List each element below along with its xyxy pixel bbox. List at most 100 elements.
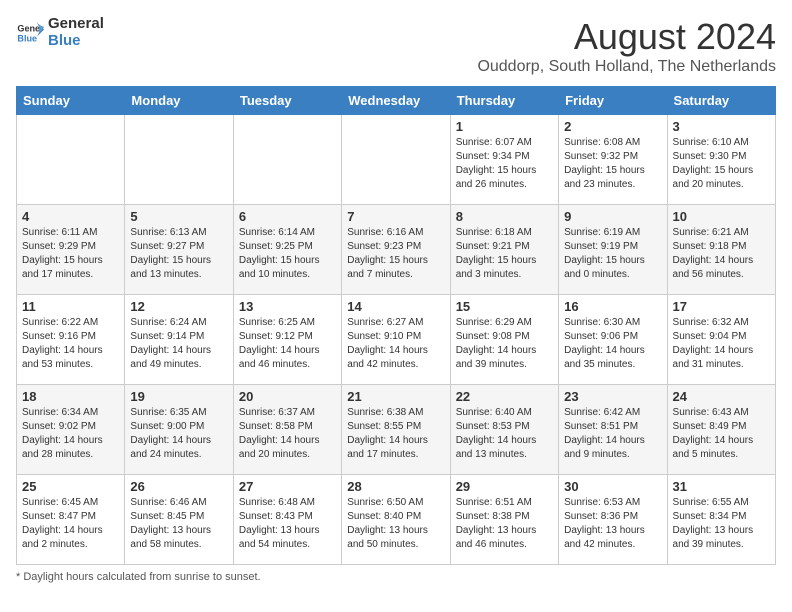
- day-info: Sunrise: 6:37 AM Sunset: 8:58 PM Dayligh…: [239, 406, 336, 462]
- day-number: 6: [239, 209, 336, 224]
- day-number: 5: [130, 209, 227, 224]
- calendar-week-row: 18 Sunrise: 6:34 AM Sunset: 9:02 PM Dayli…: [17, 385, 776, 475]
- calendar-cell: 18 Sunrise: 6:34 AM Sunset: 9:02 PM Dayli…: [17, 385, 125, 475]
- calendar-cell: 12Sunrise: 6:24 AM Sunset: 9:14 PM Dayli…: [125, 295, 233, 385]
- day-number: 28: [347, 479, 444, 494]
- calendar-cell: 13Sunrise: 6:25 AM Sunset: 9:12 PM Dayli…: [233, 295, 341, 385]
- calendar-cell: 27Sunrise: 6:48 AM Sunset: 8:43 PM Dayli…: [233, 475, 341, 565]
- day-number: 3: [673, 119, 770, 134]
- day-number: 4: [22, 209, 119, 224]
- day-number: 21: [347, 389, 444, 404]
- day-info: Sunrise: 6:43 AM Sunset: 8:49 PM Dayligh…: [673, 406, 770, 462]
- calendar-cell: 29 Sunrise: 6:51 AM Sunset: 8:38 PM Dayli…: [450, 475, 558, 565]
- day-number: 27: [239, 479, 336, 494]
- day-number: 8: [456, 209, 553, 224]
- calendar-week-row: 1Sunrise: 6:07 AM Sunset: 9:34 PM Daylig…: [17, 115, 776, 205]
- calendar-cell: 8 Sunrise: 6:18 AM Sunset: 9:21 PM Daylig…: [450, 205, 558, 295]
- day-info: Sunrise: 6:25 AM Sunset: 9:12 PM Dayligh…: [239, 316, 336, 372]
- day-info: Sunrise: 6:14 AM Sunset: 9:25 PM Dayligh…: [239, 226, 336, 282]
- day-number: 22: [456, 389, 553, 404]
- day-number: 24: [673, 389, 770, 404]
- day-info: Sunrise: 6:35 AM Sunset: 9:00 PM Dayligh…: [130, 406, 227, 462]
- day-of-week-header: Friday: [559, 87, 667, 115]
- calendar-cell: [125, 115, 233, 205]
- day-number: 25: [22, 479, 119, 494]
- calendar-cell: 28 Sunrise: 6:50 AM Sunset: 8:40 PM Dayli…: [342, 475, 450, 565]
- svg-text:Blue: Blue: [17, 33, 37, 43]
- calendar-cell: 1Sunrise: 6:07 AM Sunset: 9:34 PM Daylig…: [450, 115, 558, 205]
- day-of-week-header: Tuesday: [233, 87, 341, 115]
- calendar-header-row: SundayMondayTuesdayWednesdayThursdayFrid…: [17, 87, 776, 115]
- calendar-cell: 14 Sunrise: 6:27 AM Sunset: 9:10 PM Dayli…: [342, 295, 450, 385]
- day-number: 29: [456, 479, 553, 494]
- logo-icon: General Blue: [16, 19, 44, 47]
- logo-general: General: [48, 15, 104, 32]
- calendar-cell: 23 Sunrise: 6:42 AM Sunset: 8:51 PM Dayli…: [559, 385, 667, 475]
- day-info: Sunrise: 6:10 AM Sunset: 9:30 PM Dayligh…: [673, 136, 770, 192]
- day-info: Sunrise: 6:16 AM Sunset: 9:23 PM Dayligh…: [347, 226, 444, 282]
- day-number: 14: [347, 299, 444, 314]
- day-number: 15: [456, 299, 553, 314]
- calendar-cell: 15 Sunrise: 6:29 AM Sunset: 9:08 PM Dayli…: [450, 295, 558, 385]
- calendar-cell: [342, 115, 450, 205]
- calendar-cell: 2 Sunrise: 6:08 AM Sunset: 9:32 PM Daylig…: [559, 115, 667, 205]
- day-of-week-header: Wednesday: [342, 87, 450, 115]
- logo: General Blue General Blue: [16, 16, 104, 49]
- calendar-cell: 10Sunrise: 6:21 AM Sunset: 9:18 PM Dayli…: [667, 205, 775, 295]
- day-info: Sunrise: 6:21 AM Sunset: 9:18 PM Dayligh…: [673, 226, 770, 282]
- day-number: 26: [130, 479, 227, 494]
- day-info: Sunrise: 6:29 AM Sunset: 9:08 PM Dayligh…: [456, 316, 553, 372]
- day-info: Sunrise: 6:50 AM Sunset: 8:40 PM Dayligh…: [347, 496, 444, 552]
- day-number: 20: [239, 389, 336, 404]
- calendar-cell: 7Sunrise: 6:16 AM Sunset: 9:23 PM Daylig…: [342, 205, 450, 295]
- calendar-cell: 17 Sunrise: 6:32 AM Sunset: 9:04 PM Dayli…: [667, 295, 775, 385]
- day-info: Sunrise: 6:42 AM Sunset: 8:51 PM Dayligh…: [564, 406, 661, 462]
- calendar-cell: 30 Sunrise: 6:53 AM Sunset: 8:36 PM Dayli…: [559, 475, 667, 565]
- calendar-cell: 19Sunrise: 6:35 AM Sunset: 9:00 PM Dayli…: [125, 385, 233, 475]
- location-subtitle: Ouddorp, South Holland, The Netherlands: [477, 58, 776, 76]
- day-number: 18: [22, 389, 119, 404]
- calendar-cell: [17, 115, 125, 205]
- calendar-cell: 16 Sunrise: 6:30 AM Sunset: 9:06 PM Dayli…: [559, 295, 667, 385]
- calendar-cell: 31Sunrise: 6:55 AM Sunset: 8:34 PM Dayli…: [667, 475, 775, 565]
- calendar-cell: 25 Sunrise: 6:45 AM Sunset: 8:47 PM Dayli…: [17, 475, 125, 565]
- day-info: Sunrise: 6:07 AM Sunset: 9:34 PM Dayligh…: [456, 136, 553, 192]
- calendar-cell: 6 Sunrise: 6:14 AM Sunset: 9:25 PM Daylig…: [233, 205, 341, 295]
- calendar-week-row: 4Sunrise: 6:11 AM Sunset: 9:29 PM Daylig…: [17, 205, 776, 295]
- calendar-cell: 9Sunrise: 6:19 AM Sunset: 9:19 PM Daylig…: [559, 205, 667, 295]
- day-info: Sunrise: 6:53 AM Sunset: 8:36 PM Dayligh…: [564, 496, 661, 552]
- day-info: Sunrise: 6:30 AM Sunset: 9:06 PM Dayligh…: [564, 316, 661, 372]
- calendar-cell: 4Sunrise: 6:11 AM Sunset: 9:29 PM Daylig…: [17, 205, 125, 295]
- calendar-week-row: 25 Sunrise: 6:45 AM Sunset: 8:47 PM Dayli…: [17, 475, 776, 565]
- day-number: 2: [564, 119, 661, 134]
- day-info: Sunrise: 6:18 AM Sunset: 9:21 PM Dayligh…: [456, 226, 553, 282]
- month-year-title: August 2024: [477, 16, 776, 58]
- calendar-cell: 26 Sunrise: 6:46 AM Sunset: 8:45 PM Dayli…: [125, 475, 233, 565]
- day-info: Sunrise: 6:27 AM Sunset: 9:10 PM Dayligh…: [347, 316, 444, 372]
- title-section: August 2024 Ouddorp, South Holland, The …: [477, 16, 776, 76]
- calendar-cell: 3 Sunrise: 6:10 AM Sunset: 9:30 PM Daylig…: [667, 115, 775, 205]
- calendar-table: SundayMondayTuesdayWednesdayThursdayFrid…: [16, 86, 776, 565]
- day-info: Sunrise: 6:55 AM Sunset: 8:34 PM Dayligh…: [673, 496, 770, 552]
- day-number: 11: [22, 299, 119, 314]
- day-of-week-header: Thursday: [450, 87, 558, 115]
- day-info: Sunrise: 6:51 AM Sunset: 8:38 PM Dayligh…: [456, 496, 553, 552]
- day-info: Sunrise: 6:24 AM Sunset: 9:14 PM Dayligh…: [130, 316, 227, 372]
- day-info: Sunrise: 6:38 AM Sunset: 8:55 PM Dayligh…: [347, 406, 444, 462]
- day-of-week-header: Saturday: [667, 87, 775, 115]
- day-number: 23: [564, 389, 661, 404]
- day-info: Sunrise: 6:19 AM Sunset: 9:19 PM Dayligh…: [564, 226, 661, 282]
- day-info: Sunrise: 6:32 AM Sunset: 9:04 PM Dayligh…: [673, 316, 770, 372]
- day-number: 30: [564, 479, 661, 494]
- header: General Blue General Blue August 2024 Ou…: [16, 16, 776, 76]
- calendar-cell: 21 Sunrise: 6:38 AM Sunset: 8:55 PM Dayli…: [342, 385, 450, 475]
- day-info: Sunrise: 6:46 AM Sunset: 8:45 PM Dayligh…: [130, 496, 227, 552]
- day-number: 17: [673, 299, 770, 314]
- day-info: Sunrise: 6:08 AM Sunset: 9:32 PM Dayligh…: [564, 136, 661, 192]
- footer-note: * Daylight hours calculated from sunrise…: [16, 571, 776, 583]
- calendar-week-row: 11Sunrise: 6:22 AM Sunset: 9:16 PM Dayli…: [17, 295, 776, 385]
- day-info: Sunrise: 6:34 AM Sunset: 9:02 PM Dayligh…: [22, 406, 119, 462]
- day-number: 16: [564, 299, 661, 314]
- day-info: Sunrise: 6:45 AM Sunset: 8:47 PM Dayligh…: [22, 496, 119, 552]
- day-of-week-header: Monday: [125, 87, 233, 115]
